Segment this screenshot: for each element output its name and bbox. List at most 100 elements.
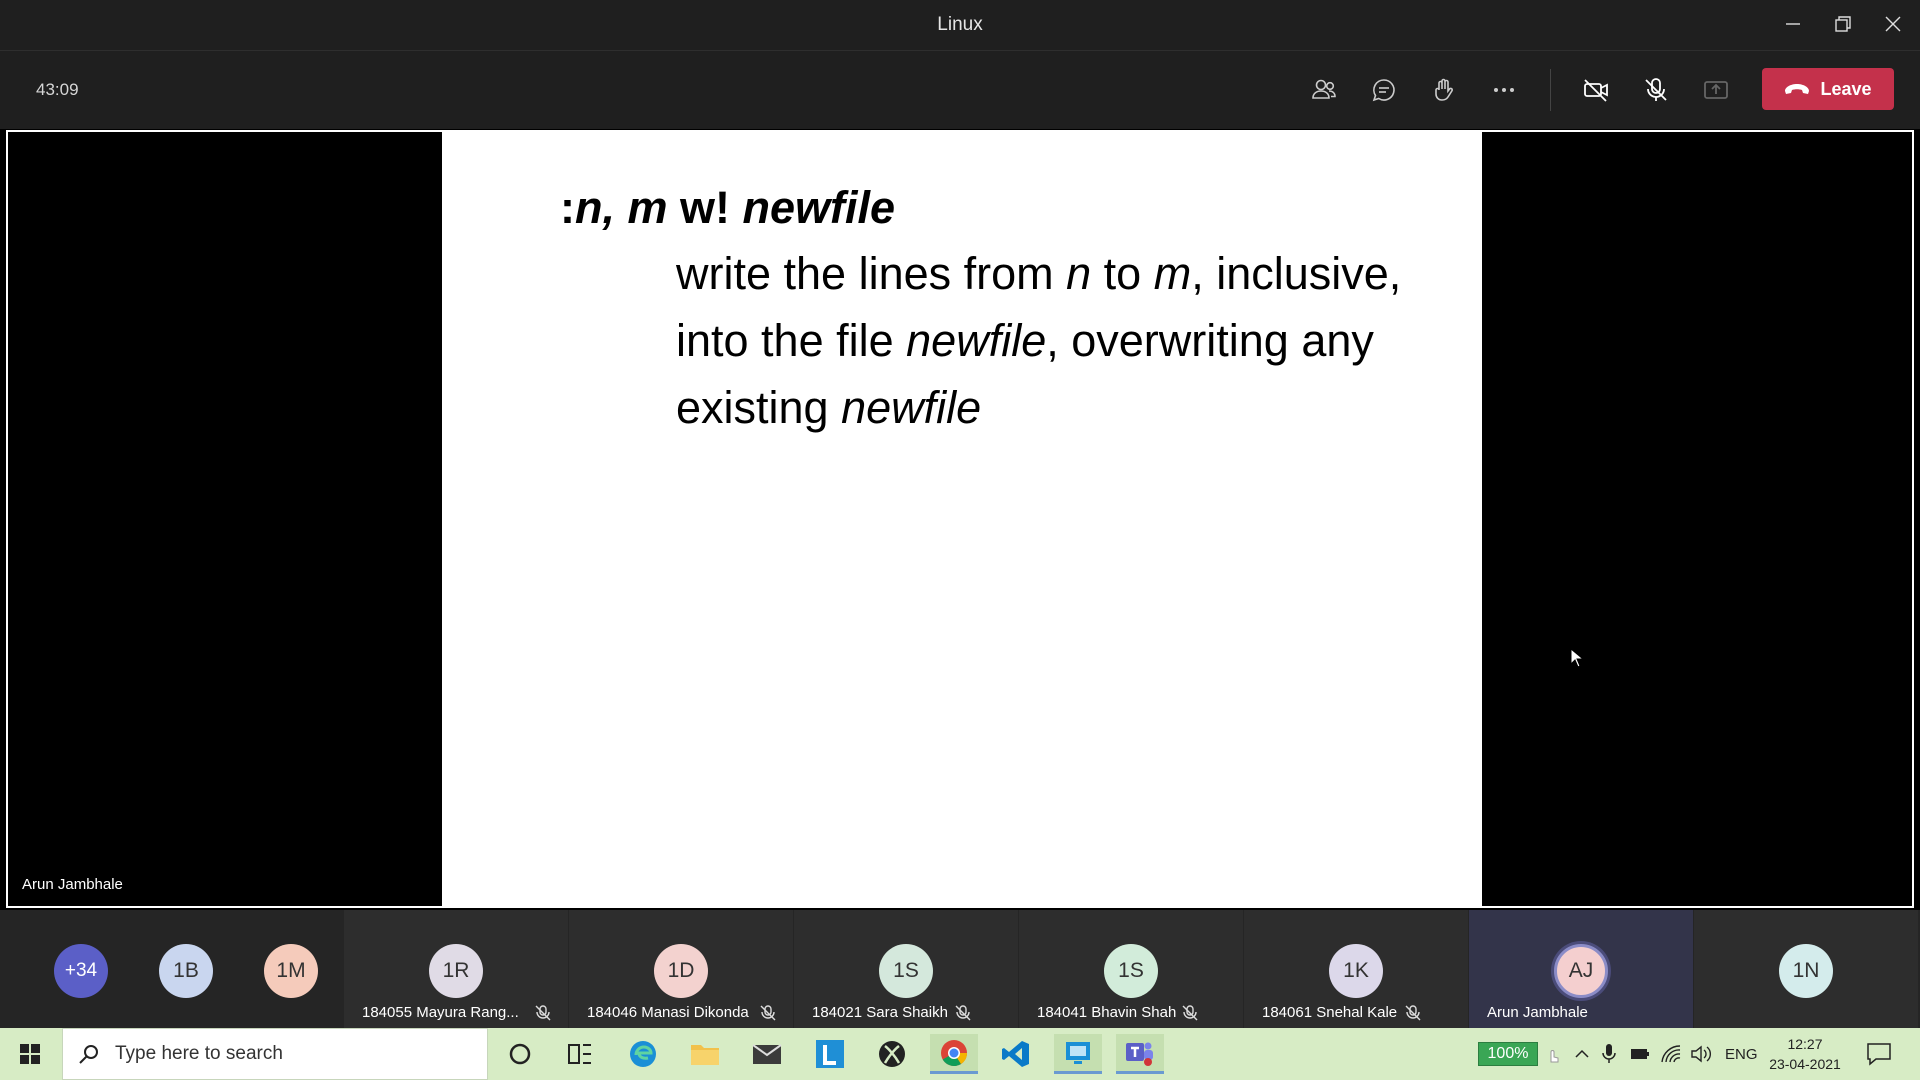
participant-avatar[interactable]: 1M <box>264 944 318 998</box>
more-options-button[interactable] <box>1481 69 1527 111</box>
vscode-icon <box>1002 1041 1029 1067</box>
heading-range: n, m <box>575 182 668 233</box>
shared-screen-stage: :n, m w! newfile write the lines from n … <box>6 130 1914 908</box>
participant-avatar: 1R <box>429 944 483 998</box>
microphone-icon[interactable] <box>1602 1043 1616 1065</box>
participant-tile[interactable]: 1S 184041 Bhavin Shah <box>1019 910 1243 1028</box>
toolbar-divider <box>1550 69 1551 111</box>
windows-taskbar: Type here to search 100% ENG 12:27 23-04… <box>0 1028 1920 1080</box>
teams-app[interactable] <box>1116 1034 1164 1074</box>
chat-button[interactable] <box>1361 69 1407 111</box>
l-app[interactable] <box>806 1034 854 1074</box>
task-view-icon <box>568 1044 591 1064</box>
cortana-icon <box>509 1043 531 1065</box>
mic-muted-icon <box>535 1005 551 1021</box>
teams-icon <box>1126 1042 1153 1066</box>
overflow-participants-button[interactable]: +34 <box>54 944 108 998</box>
taskbar-clock[interactable]: 12:27 23-04-2021 <box>1760 1034 1850 1074</box>
heading-command: w! <box>667 182 743 233</box>
leave-button[interactable]: Leave <box>1762 68 1894 110</box>
restore-button[interactable] <box>1820 6 1866 42</box>
participant-avatar[interactable]: 1B <box>159 944 213 998</box>
vscode-app[interactable] <box>992 1034 1040 1074</box>
heading-colon: : <box>560 182 575 233</box>
remote-desktop-app[interactable] <box>1054 1034 1102 1074</box>
participant-tile-speaking[interactable]: AJ Arun Jambhale <box>1469 910 1693 1028</box>
folder-icon <box>691 1045 719 1065</box>
window-titlebar: Linux <box>0 0 1920 51</box>
participant-avatar: 1D <box>654 944 708 998</box>
participant-avatar: AJ <box>1554 944 1608 998</box>
wifi-icon[interactable] <box>1660 1044 1682 1064</box>
more-icon <box>1494 88 1514 92</box>
volume-icon[interactable] <box>1690 1044 1712 1064</box>
windows-start-icon[interactable] <box>12 1040 48 1068</box>
text: write the lines from <box>676 248 1067 299</box>
participant-name: 184021 Sara Shaikh <box>812 1004 948 1021</box>
xbox-app[interactable] <box>868 1034 916 1074</box>
share-screen-button[interactable] <box>1693 69 1739 111</box>
text: into the file <box>676 315 907 366</box>
search-icon <box>79 1045 98 1064</box>
participant-avatar: 1S <box>1104 944 1158 998</box>
clock-date: 23-04-2021 <box>1769 1056 1841 1072</box>
participant-tile[interactable]: 1N <box>1694 910 1918 1028</box>
search-placeholder: Type here to search <box>115 1043 283 1064</box>
participant-avatar: 1S <box>879 944 933 998</box>
notifications-icon[interactable] <box>1866 1042 1892 1066</box>
presenter-name: Arun Jambhale <box>22 876 123 893</box>
slide-body: write the lines from n to m, inclusive, … <box>676 240 1401 441</box>
participant-tile[interactable]: 1K 184061 Snehal Kale <box>1244 910 1468 1028</box>
heading-filename: newfile <box>742 182 896 233</box>
slide-heading: :n, m w! newfile <box>560 182 895 234</box>
mouse-cursor-icon <box>1570 648 1584 668</box>
presentation-slide: :n, m w! newfile write the lines from n … <box>442 132 1482 906</box>
mic-toggle-button[interactable] <box>1633 69 1679 111</box>
participants-row: +34 1B 1M 1R 184055 Mayura Rang... 1D 18… <box>0 910 1920 1028</box>
mic-muted-icon <box>1182 1005 1198 1021</box>
text: existing <box>676 382 842 433</box>
mic-muted-icon <box>760 1005 776 1021</box>
chrome-icon <box>941 1039 968 1066</box>
mic-off-icon <box>1645 78 1667 101</box>
task-view-button[interactable] <box>556 1034 604 1074</box>
battery-indicator[interactable]: 100% <box>1478 1042 1538 1066</box>
meeting-toolbar: 43:09 Leave <box>0 51 1920 129</box>
participant-name: Arun Jambhale <box>1487 1004 1588 1021</box>
minimize-button[interactable] <box>1770 6 1816 42</box>
leave-label: Leave <box>1820 78 1872 99</box>
file-explorer-app[interactable] <box>681 1034 729 1074</box>
participants-button[interactable] <box>1301 69 1347 111</box>
taskbar-search-input[interactable]: Type here to search <box>62 1028 488 1080</box>
participant-name: 184055 Mayura Rang... <box>362 1004 519 1021</box>
cortana-button[interactable] <box>496 1034 544 1074</box>
touch-icon[interactable] <box>1546 1044 1560 1064</box>
camera-toggle-button[interactable] <box>1573 69 1619 111</box>
close-icon <box>1885 16 1901 32</box>
raise-hand-icon <box>1435 78 1453 101</box>
mail-icon <box>752 1044 782 1064</box>
participant-avatar: 1K <box>1329 944 1383 998</box>
close-button[interactable] <box>1870 6 1916 42</box>
participant-avatar: 1N <box>1779 944 1833 998</box>
mail-app[interactable] <box>743 1034 791 1074</box>
participant-tile[interactable]: 1S 184021 Sara Shaikh <box>794 910 1018 1028</box>
meeting-timer: 43:09 <box>36 80 79 99</box>
text-italic: m <box>1153 248 1192 299</box>
raise-hand-button[interactable] <box>1421 69 1467 111</box>
chrome-app[interactable] <box>930 1034 978 1074</box>
participant-tile[interactable]: 1D 184046 Manasi Dikonda <box>569 910 793 1028</box>
slide-line: into the file newfile, overwriting any <box>676 307 1401 374</box>
text-italic: n <box>1066 248 1092 299</box>
participant-tile[interactable]: 1R 184055 Mayura Rang... <box>344 910 568 1028</box>
language-indicator[interactable]: ENG <box>1725 1028 1758 1080</box>
chat-icon <box>1372 79 1395 102</box>
battery-icon[interactable] <box>1630 1046 1650 1062</box>
share-icon <box>1704 81 1728 99</box>
text-italic: newfile <box>906 315 1047 366</box>
edge-app[interactable] <box>619 1034 667 1074</box>
participant-name: 184061 Snehal Kale <box>1262 1004 1398 1021</box>
chevron-up-icon[interactable] <box>1574 1046 1590 1062</box>
window-title: Linux <box>937 14 983 35</box>
camera-off-icon <box>1584 79 1608 102</box>
